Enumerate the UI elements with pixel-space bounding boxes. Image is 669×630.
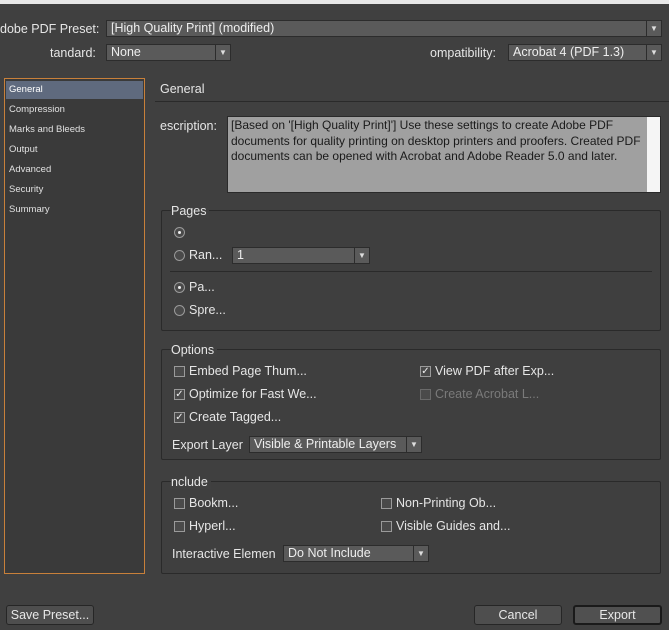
view-after-export-checkbox[interactable]: ✓ [420, 366, 431, 377]
bookmarks-checkbox[interactable] [174, 498, 185, 509]
range-combo[interactable]: 1 ▼ [232, 247, 370, 264]
chevron-down-icon: ▼ [413, 546, 428, 561]
range-radio[interactable] [174, 250, 185, 261]
embed-thumbnails-label: Embed Page Thum... [189, 364, 307, 378]
sidebar-item-marks-and-bleeds[interactable]: Marks and Bleeds [6, 121, 143, 139]
hyperlinks-checkbox[interactable] [174, 521, 185, 532]
range-value: 1 [237, 248, 244, 262]
pages-label: Pa... [189, 280, 215, 294]
chevron-down-icon: ▼ [406, 437, 421, 452]
pages-divider [170, 271, 652, 272]
export-layers-dropdown[interactable]: Visible & Printable Layers ▼ [249, 436, 422, 453]
hyperlinks-label: Hyperl... [189, 519, 236, 533]
interactive-elements-label: Interactive Elemen [172, 547, 276, 561]
pages-group-title: Pages [171, 204, 210, 218]
compatibility-label: ompatibility: [430, 46, 496, 60]
options-group-title: Options [171, 343, 218, 357]
bookmarks-label: Bookm... [189, 496, 239, 510]
chevron-down-icon: ▼ [646, 45, 661, 60]
create-tagged-checkbox[interactable]: ✓ [174, 412, 185, 423]
standard-label: tandard: [50, 46, 96, 60]
section-title: General [160, 82, 205, 96]
spreads-label: Spre... [189, 303, 226, 317]
description-scrollbar[interactable] [647, 117, 660, 192]
export-layers-value: Visible & Printable Layers [254, 437, 397, 451]
sidebar-item-advanced[interactable]: Advanced [6, 161, 143, 179]
spreads-radio[interactable] [174, 305, 185, 316]
interactive-elements-dropdown[interactable]: Do Not Include ▼ [283, 545, 429, 562]
sidebar-item-security[interactable]: Security [6, 181, 143, 199]
sidebar-item-summary[interactable]: Summary [6, 201, 143, 219]
compatibility-value: Acrobat 4 (PDF 1.3) [513, 45, 625, 59]
create-acrobat-layers-checkbox[interactable] [420, 389, 431, 400]
export-button[interactable]: Export [573, 605, 662, 625]
create-tagged-label: Create Tagged... [189, 410, 282, 424]
chevron-down-icon: ▼ [215, 45, 230, 60]
preset-dropdown[interactable]: [High Quality Print] (modified) ▼ [106, 20, 662, 37]
pages-radio[interactable] [174, 282, 185, 293]
non-printing-checkbox[interactable] [381, 498, 392, 509]
sidebar-item-general[interactable]: General [6, 81, 143, 99]
include-group-title: nclude [171, 475, 211, 489]
description-field[interactable]: [Based on '[High Quality Print]'] Use th… [227, 116, 661, 193]
compatibility-dropdown[interactable]: Acrobat 4 (PDF 1.3) ▼ [508, 44, 662, 61]
export-layers-label: Export Layer [172, 438, 243, 452]
description-label: escription: [160, 119, 217, 133]
category-sidebar: General Compression Marks and Bleeds Out… [4, 78, 145, 574]
chevron-down-icon: ▼ [646, 21, 661, 36]
chevron-down-icon: ▼ [354, 248, 369, 263]
preset-value: [High Quality Print] (modified) [111, 21, 275, 35]
visible-guides-label: Visible Guides and... [396, 519, 511, 533]
sidebar-item-output[interactable]: Output [6, 141, 143, 159]
standard-value: None [111, 45, 141, 59]
window-top-strip [0, 0, 669, 4]
save-preset-button[interactable]: Save Preset... [6, 605, 94, 625]
optimize-fast-web-checkbox[interactable]: ✓ [174, 389, 185, 400]
optimize-fast-web-label: Optimize for Fast We... [189, 387, 317, 401]
interactive-elements-value: Do Not Include [288, 546, 371, 560]
standard-dropdown[interactable]: None ▼ [106, 44, 231, 61]
cancel-button[interactable]: Cancel [474, 605, 562, 625]
visible-guides-checkbox[interactable] [381, 521, 392, 532]
preset-label: dobe PDF Preset: [0, 22, 100, 36]
view-after-export-label: View PDF after Exp... [435, 364, 555, 378]
all-pages-radio[interactable] [174, 227, 185, 238]
non-printing-label: Non-Printing Ob... [396, 496, 497, 510]
create-acrobat-layers-label: Create Acrobat L... [435, 387, 540, 401]
sidebar-item-compression[interactable]: Compression [6, 101, 143, 119]
embed-thumbnails-checkbox[interactable] [174, 366, 185, 377]
section-divider [155, 101, 669, 102]
range-label: Ran... [189, 248, 223, 262]
